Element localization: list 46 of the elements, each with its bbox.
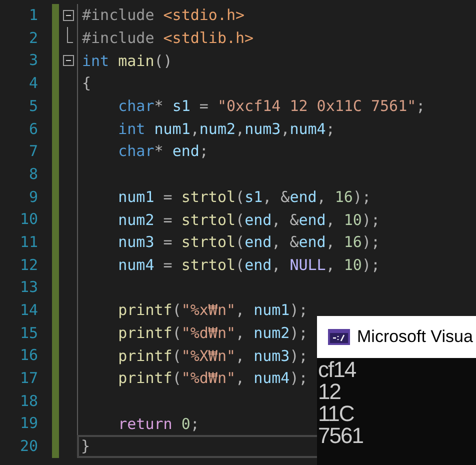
code-line: int main() xyxy=(82,50,172,71)
code-line: num2 = strtol(end, &end, 10); xyxy=(117,210,380,230)
console-output-line: 12 xyxy=(318,381,342,403)
line-number: 16 xyxy=(20,345,38,366)
console-output-line: 11C xyxy=(318,403,355,425)
code-line: #include <stdlib.h> xyxy=(82,28,254,48)
code-line: printf("%x₩n", num1); xyxy=(117,300,308,320)
line-number: 6 xyxy=(28,118,38,140)
line-number: 13 xyxy=(20,277,38,298)
code-line: num4 = strtol(end, NULL, 10); xyxy=(117,254,380,275)
console-output-line: cf14 xyxy=(318,359,357,381)
code-line: int num1,num2,num3,num4; xyxy=(117,118,335,139)
code-line: #include <stdio.h> xyxy=(82,5,245,26)
line-number: 11 xyxy=(20,232,38,253)
line-number: 3 xyxy=(28,50,38,72)
line-number: 10 xyxy=(20,209,38,230)
code-line: char* end; xyxy=(117,141,208,162)
code-line: } xyxy=(81,436,90,456)
fold-end-icon xyxy=(67,26,73,43)
line-number: 14 xyxy=(20,300,38,322)
collapse-icon[interactable] xyxy=(62,55,74,66)
code-line: char* s1 = "0xcf14 12 0x11C 7561"; xyxy=(117,96,426,116)
line-number: 4 xyxy=(28,73,38,94)
console-title: Microsoft Visua xyxy=(357,326,473,348)
line-number: 9 xyxy=(28,186,38,208)
line-number: 2 xyxy=(28,28,38,49)
line-number: 1 xyxy=(28,5,38,26)
console-output-line: 7561 xyxy=(318,425,364,447)
console-app-icon xyxy=(328,329,350,345)
code-line: printf("%d₩n", num4); xyxy=(117,368,308,388)
line-number: 15 xyxy=(20,322,38,344)
line-number: 7 xyxy=(28,141,38,162)
line-number: 5 xyxy=(28,96,38,117)
line-number: 17 xyxy=(20,368,38,390)
line-number: 19 xyxy=(20,413,38,434)
code-line: { xyxy=(82,73,92,94)
collapse-icon[interactable] xyxy=(62,10,74,21)
line-number: 8 xyxy=(28,164,38,185)
code-line: num1 = strtol(s1, &end, 16); xyxy=(117,186,371,207)
line-number: 20 xyxy=(20,436,38,458)
line-number: 12 xyxy=(20,254,38,276)
code-line: num3 = strtol(end, &end, 16); xyxy=(117,232,380,252)
line-number: 18 xyxy=(20,390,38,412)
code-line: return 0; xyxy=(117,414,200,434)
code-line: printf("%X₩n", num3); xyxy=(117,346,308,366)
code-line: printf("%d₩n", num2); xyxy=(117,322,308,343)
